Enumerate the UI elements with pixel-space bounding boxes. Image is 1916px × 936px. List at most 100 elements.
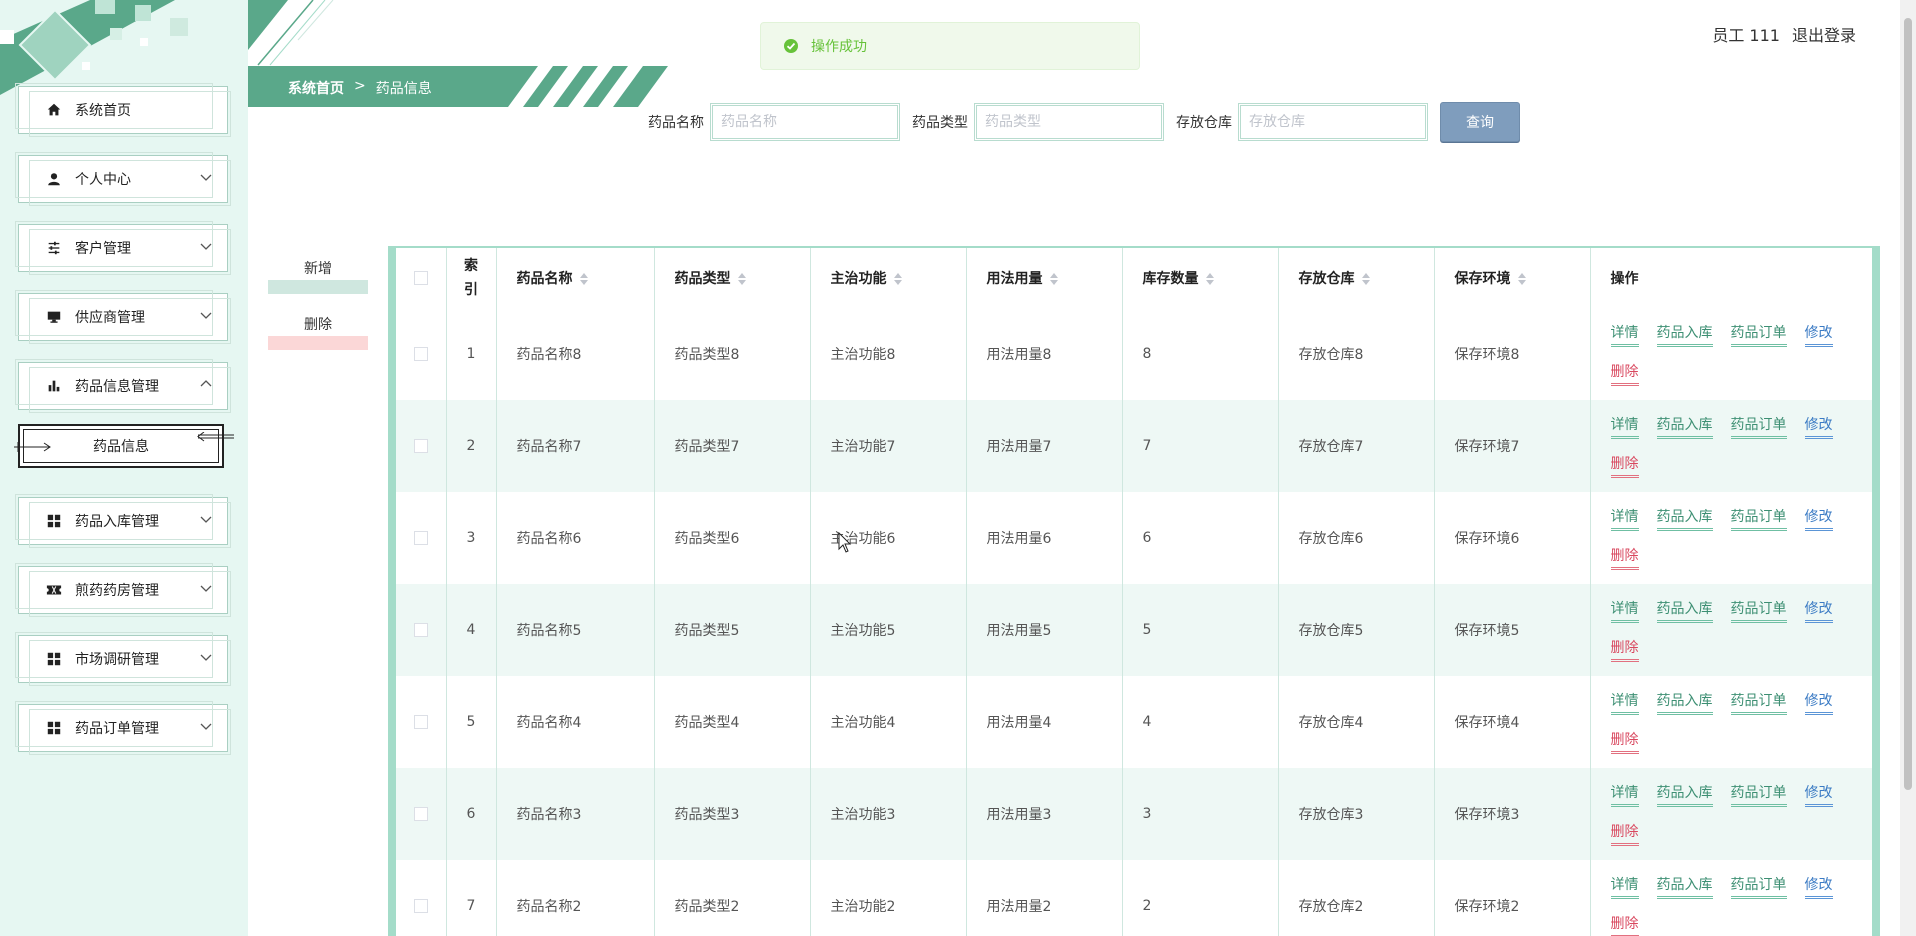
header-env[interactable]: 保存环境	[1434, 248, 1591, 308]
sort-icon[interactable]	[1205, 272, 1215, 286]
page-scrollbar[interactable]	[1900, 0, 1916, 936]
sort-icon[interactable]	[579, 272, 589, 286]
delete-link[interactable]: 删除	[1610, 915, 1639, 936]
type-input[interactable]	[974, 103, 1164, 141]
edit-link[interactable]: 修改	[1804, 324, 1833, 347]
inbound-link[interactable]: 药品入库	[1656, 416, 1713, 439]
inbound-link[interactable]: 药品入库	[1656, 324, 1713, 347]
row-checkbox[interactable]	[413, 807, 428, 821]
inbound-link[interactable]: 药品入库	[1656, 784, 1713, 807]
sidebar-item-label: 客户管理	[75, 241, 131, 257]
header-name[interactable]: 药品名称	[496, 248, 655, 308]
select-all-checkbox[interactable]	[413, 271, 428, 285]
header-stock[interactable]: 库存数量	[1122, 248, 1279, 308]
delete-button[interactable]: 删除	[268, 314, 368, 350]
sort-icon[interactable]	[1361, 272, 1371, 286]
edit-link[interactable]: 修改	[1804, 600, 1833, 623]
breadcrumb-home[interactable]: 系统首页	[288, 78, 344, 98]
sidebar-item-6[interactable]: 煎药药房管理	[15, 563, 231, 617]
order-link[interactable]: 药品订单	[1730, 416, 1787, 439]
edit-link[interactable]: 修改	[1804, 508, 1833, 531]
sidebar-item-3[interactable]: 供应商管理	[15, 290, 231, 344]
detail-link[interactable]: 详情	[1610, 876, 1639, 899]
table-row[interactable]: 3 药品名称6 药品类型6 主治功能6 用法用量6 6 存放仓库6 保存环境6 详情 药品入库 药品…	[396, 492, 1872, 584]
sort-icon[interactable]	[1049, 272, 1059, 286]
detail-link[interactable]: 详情	[1610, 784, 1639, 807]
edit-link[interactable]: 修改	[1804, 692, 1833, 715]
cell-index: 3	[446, 492, 497, 584]
edit-link[interactable]: 修改	[1804, 876, 1833, 899]
sidebar-item-1[interactable]: 个人中心	[15, 152, 231, 206]
sidebar-item-2[interactable]: 客户管理	[15, 221, 231, 275]
detail-link[interactable]: 详情	[1610, 692, 1639, 715]
row-select-cell[interactable]	[396, 860, 447, 936]
inbound-link[interactable]: 药品入库	[1656, 600, 1713, 623]
table-row[interactable]: 1 药品名称8 药品类型8 主治功能8 用法用量8 8 存放仓库8 保存环境8 详情 药品入库 药品…	[396, 308, 1872, 400]
add-label: 新增	[304, 261, 332, 277]
delete-link[interactable]: 删除	[1610, 363, 1639, 386]
logout-link[interactable]: 退出登录	[1792, 22, 1856, 46]
submenu-item-drug-info[interactable]: 药品信息	[14, 424, 234, 468]
cell-store: 存放仓库4	[1278, 676, 1435, 768]
detail-link[interactable]: 详情	[1610, 324, 1639, 347]
delete-link[interactable]: 删除	[1610, 547, 1639, 570]
sidebar-item-4[interactable]: 药品信息管理	[15, 359, 231, 413]
cell-env: 保存环境3	[1434, 768, 1591, 860]
table-row[interactable]: 4 药品名称5 药品类型5 主治功能5 用法用量5 5 存放仓库5 保存环境5 详情 药品入库 药品…	[396, 584, 1872, 676]
row-select-cell[interactable]	[396, 768, 447, 860]
row-select-cell[interactable]	[396, 676, 447, 768]
detail-link[interactable]: 详情	[1610, 416, 1639, 439]
name-input[interactable]	[710, 103, 900, 141]
sort-icon[interactable]	[1517, 272, 1527, 286]
row-select-cell[interactable]	[396, 584, 447, 676]
row-checkbox[interactable]	[413, 899, 428, 913]
inbound-link[interactable]: 药品入库	[1656, 508, 1713, 531]
header-function[interactable]: 主治功能	[810, 248, 967, 308]
sort-icon[interactable]	[893, 272, 903, 286]
delete-link[interactable]: 删除	[1610, 639, 1639, 662]
sidebar-item-5[interactable]: 药品入库管理	[15, 494, 231, 548]
row-checkbox[interactable]	[413, 715, 428, 729]
store-input[interactable]	[1238, 103, 1428, 141]
delete-link[interactable]: 删除	[1610, 455, 1639, 478]
table-row[interactable]: 6 药品名称3 药品类型3 主治功能3 用法用量3 3 存放仓库3 保存环境3 详情 药品入库 药品…	[396, 768, 1872, 860]
order-link[interactable]: 药品订单	[1730, 508, 1787, 531]
row-checkbox[interactable]	[413, 531, 428, 545]
row-checkbox[interactable]	[413, 439, 428, 453]
sidebar-item-0[interactable]: 系统首页	[15, 83, 231, 137]
header-type[interactable]: 药品类型	[654, 248, 811, 308]
detail-link[interactable]: 详情	[1610, 600, 1639, 623]
header-select-all[interactable]	[396, 248, 447, 308]
row-select-cell[interactable]	[396, 400, 447, 492]
edit-link[interactable]: 修改	[1804, 416, 1833, 439]
inbound-link[interactable]: 药品入库	[1656, 876, 1713, 899]
sort-icon[interactable]	[737, 272, 747, 286]
sidebar-item-7[interactable]: 市场调研管理	[15, 632, 231, 686]
row-select-cell[interactable]	[396, 308, 447, 400]
order-link[interactable]: 药品订单	[1730, 784, 1787, 807]
bar-chart-icon	[45, 377, 63, 395]
row-checkbox[interactable]	[413, 623, 428, 637]
order-link[interactable]: 药品订单	[1730, 600, 1787, 623]
scrollbar-thumb[interactable]	[1904, 18, 1912, 790]
delete-link[interactable]: 删除	[1610, 823, 1639, 846]
table-row[interactable]: 7 药品名称2 药品类型2 主治功能2 用法用量2 2 存放仓库2 保存环境2 详情 药品入库 药品…	[396, 860, 1872, 936]
detail-link[interactable]: 详情	[1610, 508, 1639, 531]
table-row[interactable]: 2 药品名称7 药品类型7 主治功能7 用法用量7 7 存放仓库7 保存环境7 详情 药品入库 药品…	[396, 400, 1872, 492]
inbound-link[interactable]: 药品入库	[1656, 692, 1713, 715]
row-select-cell[interactable]	[396, 492, 447, 584]
query-button[interactable]: 查询	[1440, 102, 1520, 142]
table-row[interactable]: 5 药品名称4 药品类型4 主治功能4 用法用量4 4 存放仓库4 保存环境4 详情 药品入库 药品…	[396, 676, 1872, 768]
cell-function: 主治功能4	[810, 676, 967, 768]
add-button[interactable]: 新增	[268, 258, 368, 294]
order-link[interactable]: 药品订单	[1730, 876, 1787, 899]
row-checkbox[interactable]	[413, 347, 428, 361]
sidebar-item-8[interactable]: 药品订单管理	[15, 701, 231, 755]
cell-stock: 3	[1122, 768, 1279, 860]
header-usage[interactable]: 用法用量	[966, 248, 1123, 308]
order-link[interactable]: 药品订单	[1730, 324, 1787, 347]
delete-link[interactable]: 删除	[1610, 731, 1639, 754]
header-store[interactable]: 存放仓库	[1278, 248, 1435, 308]
edit-link[interactable]: 修改	[1804, 784, 1833, 807]
order-link[interactable]: 药品订单	[1730, 692, 1787, 715]
